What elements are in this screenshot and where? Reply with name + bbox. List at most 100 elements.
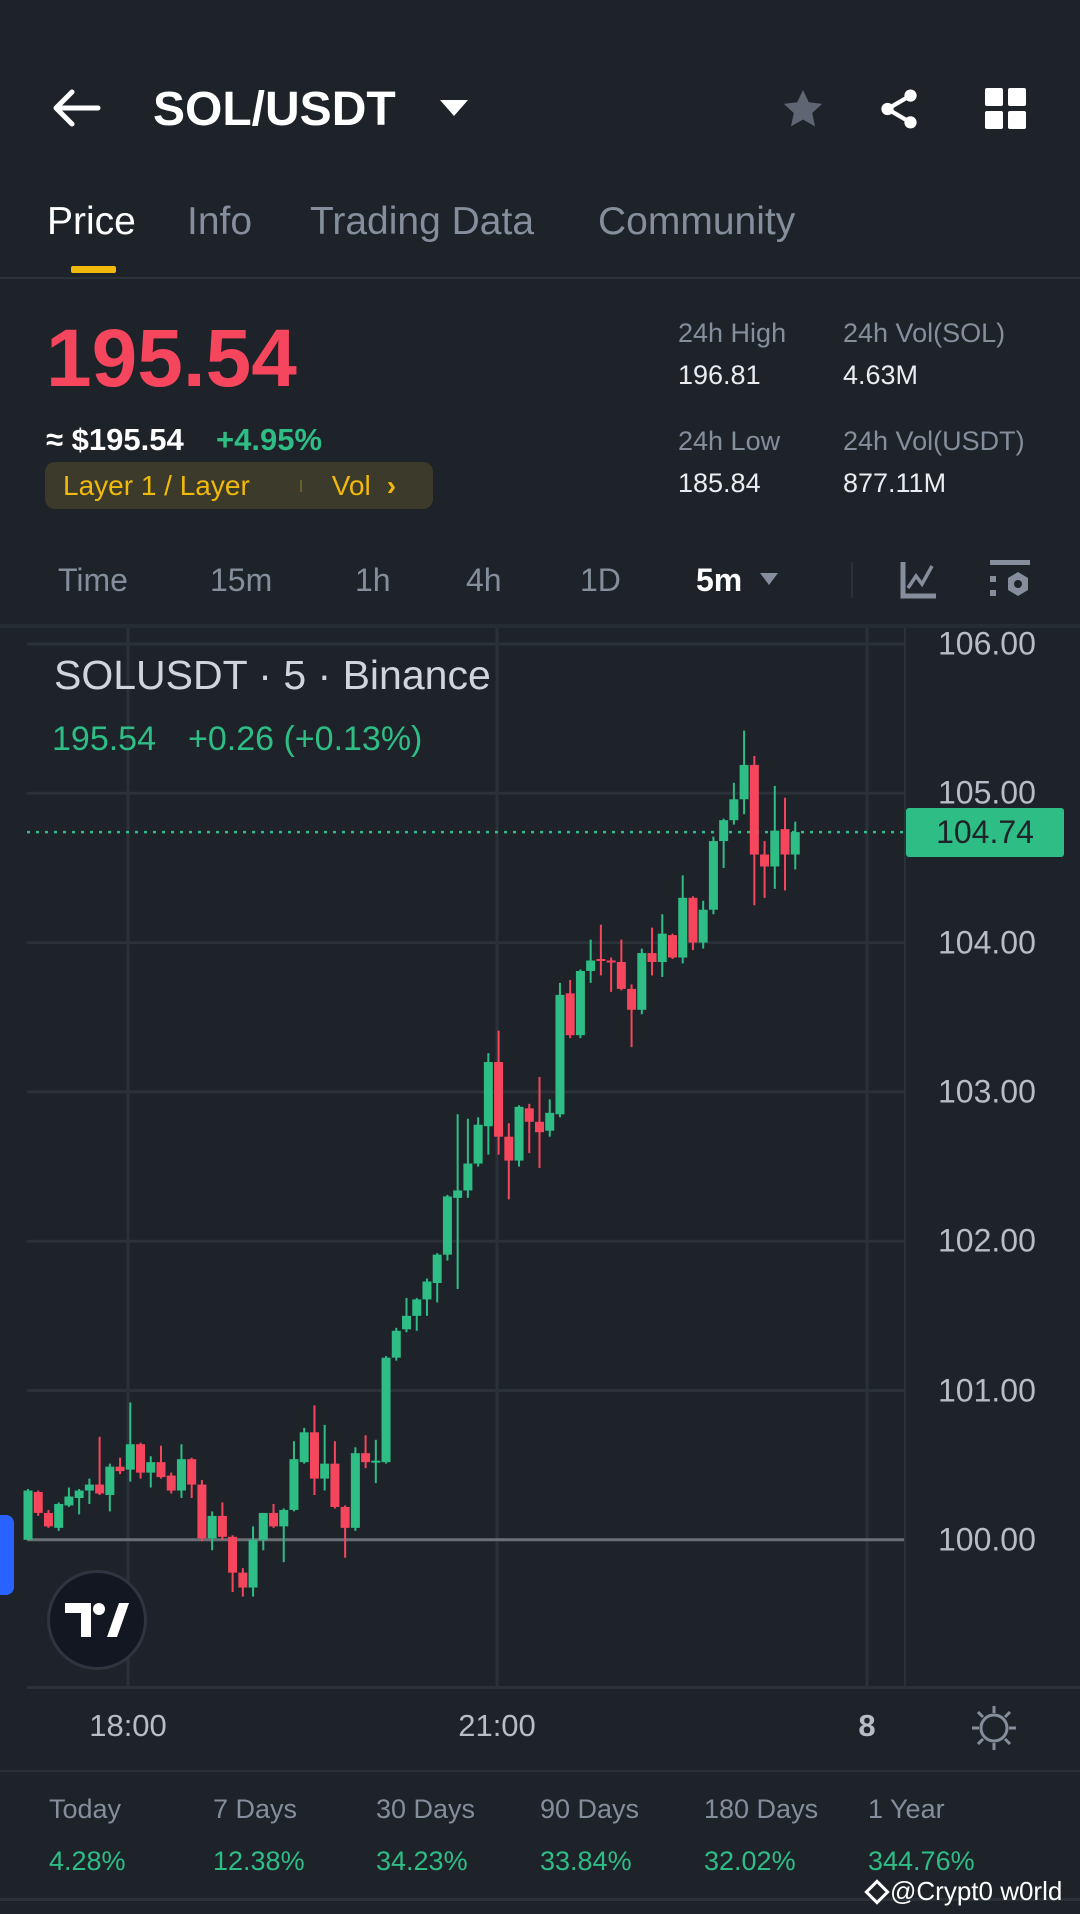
candle-body xyxy=(258,1512,268,1540)
candle-body xyxy=(790,832,800,855)
candle-body xyxy=(780,829,790,855)
candle-body xyxy=(770,830,780,867)
candle-body xyxy=(156,1462,166,1478)
price-axis-label: 102.00 xyxy=(938,1222,1036,1259)
candle-body xyxy=(473,1124,483,1164)
candle-body xyxy=(391,1330,401,1358)
candle-body xyxy=(463,1163,473,1191)
candle-body xyxy=(504,1136,514,1161)
candle-body xyxy=(678,897,688,958)
candle-body xyxy=(494,1062,504,1137)
candle-body xyxy=(627,988,637,1010)
candle-body xyxy=(248,1539,258,1588)
candle-body xyxy=(125,1444,135,1470)
candle-body xyxy=(616,962,626,989)
perf-180d-label: 180 Days xyxy=(704,1794,819,1824)
candle-body xyxy=(309,1432,319,1479)
time-label-2100: 21:00 xyxy=(458,1708,536,1743)
candle-body xyxy=(637,953,647,1010)
candle-body xyxy=(545,1112,555,1131)
candle-body xyxy=(749,764,759,855)
price-axis-label: 101.00 xyxy=(938,1372,1036,1408)
candle-body xyxy=(708,841,718,910)
price-axis-label: 103.00 xyxy=(938,1073,1036,1110)
candle-body xyxy=(729,799,739,821)
candle-body xyxy=(105,1466,115,1496)
candle-body xyxy=(187,1459,197,1485)
candle-body xyxy=(136,1444,146,1473)
candle-body xyxy=(320,1463,330,1479)
perf-7d-label: 7 Days xyxy=(213,1794,298,1824)
candle-body xyxy=(74,1490,84,1498)
chart-change: +0.26 (+0.13%) xyxy=(188,720,423,758)
candle-body xyxy=(596,959,606,962)
candle-body xyxy=(299,1432,309,1463)
candle-body xyxy=(371,1460,381,1463)
candle-body xyxy=(555,994,565,1115)
price-axis-label: 104.00 xyxy=(938,924,1036,961)
candle-body xyxy=(207,1515,217,1539)
candle-body xyxy=(698,909,708,943)
price-axis-label: 106.00 xyxy=(938,625,1036,662)
candle-body xyxy=(330,1463,340,1507)
candle-body xyxy=(402,1315,412,1330)
candle-body xyxy=(535,1121,544,1133)
perf-today-value: 4.28% xyxy=(49,1846,126,1876)
perf-90d-label: 90 Days xyxy=(540,1794,640,1824)
candle-body xyxy=(657,933,667,963)
candle-body xyxy=(95,1484,105,1494)
candle-body xyxy=(340,1506,350,1528)
candle-body xyxy=(23,1490,33,1540)
candle-body xyxy=(197,1484,207,1539)
tradingview-logo[interactable] xyxy=(47,1570,147,1670)
candle-body xyxy=(565,993,575,1036)
candle-body xyxy=(688,897,698,943)
candle-body xyxy=(176,1459,186,1491)
candle-body xyxy=(217,1515,227,1537)
candle-body xyxy=(84,1484,94,1491)
candle-body xyxy=(739,764,749,800)
chart-symbol-label: SOLUSDT · 5 · Binance xyxy=(54,652,491,698)
perf-30d-label: 30 Days xyxy=(376,1794,476,1824)
binance-logo-icon xyxy=(864,1878,890,1905)
perf-today-label: Today xyxy=(49,1794,122,1824)
watermark-text: @Crypt0 w0rld xyxy=(890,1876,1063,1906)
candle-body xyxy=(453,1190,463,1198)
candle-body xyxy=(350,1453,360,1528)
perf-1y-label: 1 Year xyxy=(868,1794,945,1824)
candle-body xyxy=(586,960,596,971)
perf-1y-value: 344.76% xyxy=(868,1846,975,1876)
candle-body xyxy=(422,1281,432,1300)
candle-body xyxy=(361,1453,371,1463)
candle-body xyxy=(432,1254,442,1284)
candle-body xyxy=(289,1459,299,1510)
candle-body xyxy=(575,970,585,1036)
time-label-8: 8 xyxy=(858,1708,876,1743)
candle-body xyxy=(33,1492,43,1513)
perf-180d-value: 32.02% xyxy=(704,1846,796,1876)
candle-body xyxy=(64,1496,74,1506)
candle-body xyxy=(238,1572,248,1588)
candle-body xyxy=(719,820,729,842)
time-label-1800: 18:00 xyxy=(89,1708,167,1743)
price-axis-label: 100.00 xyxy=(938,1521,1036,1558)
perf-30d-value: 34.23% xyxy=(376,1846,468,1876)
candle-body xyxy=(146,1462,156,1473)
candle-body xyxy=(514,1106,524,1161)
candle-body xyxy=(115,1466,125,1472)
perf-7d-value: 12.38% xyxy=(213,1846,305,1876)
watermark: @Crypt0 w0rld xyxy=(864,1876,1063,1907)
candle-body xyxy=(412,1299,422,1316)
candle-body xyxy=(279,1509,289,1527)
candle-body xyxy=(483,1062,493,1127)
tradingview-icon xyxy=(65,1603,129,1637)
left-panel-handle[interactable] xyxy=(0,1515,14,1595)
candle-body xyxy=(524,1108,534,1122)
candle-body xyxy=(43,1512,53,1527)
candle-body xyxy=(606,960,616,963)
perf-90d-value: 33.84% xyxy=(540,1846,632,1876)
price-axis-label: 105.00 xyxy=(938,774,1036,811)
theme-sun-icon[interactable] xyxy=(970,1704,1018,1752)
candle-body xyxy=(760,854,770,867)
candle-body xyxy=(381,1357,391,1463)
